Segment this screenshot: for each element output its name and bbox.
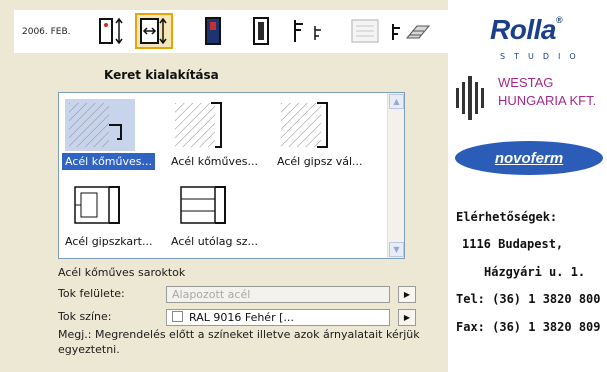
frame-width-icon xyxy=(139,16,169,46)
handle-button[interactable] xyxy=(290,13,328,49)
list-item-label: Acél kőműves... xyxy=(171,155,258,168)
list-item[interactable]: Acél kőműves... xyxy=(61,95,165,173)
date-label: 2006. FEB. xyxy=(22,27,71,37)
scroll-up-icon[interactable]: ▲ xyxy=(389,94,404,109)
surface-field[interactable]: Alapozott acél xyxy=(166,286,390,303)
contact-title: Elérhetőségek: xyxy=(456,210,558,224)
color-value: RAL 9016 Fehér [... xyxy=(189,311,294,324)
frame-profile-icon xyxy=(171,179,241,231)
list-icon xyxy=(350,18,380,44)
frame-width-button[interactable] xyxy=(135,13,173,49)
accessories-icon xyxy=(389,18,433,44)
list-item[interactable]: Acél utólag sz... xyxy=(167,175,271,253)
door-height-icon xyxy=(96,16,126,46)
frame-profile-icon xyxy=(171,99,241,151)
page-title: Keret kialakítása xyxy=(104,68,219,82)
list-item-label: Acél gipszkart... xyxy=(65,235,153,248)
phone-number: Tel: (36) 1 3820 800 xyxy=(456,292,601,306)
chevron-right-icon: ▶ xyxy=(403,313,411,322)
frame-type-list[interactable]: Acél kőműves... Acél kőműves... Acél gip… xyxy=(58,92,405,259)
handle-icon xyxy=(289,16,329,46)
door-leaf-button[interactable] xyxy=(194,13,232,49)
color-field[interactable]: RAL 9016 Fehér [... xyxy=(166,309,390,326)
list-item[interactable]: Acél gipsz vál... xyxy=(273,95,377,173)
rolla-logo: Rolla® xyxy=(490,14,563,45)
frame-profile-icon xyxy=(65,179,135,231)
door-leaf-icon xyxy=(201,16,225,46)
list-button[interactable] xyxy=(346,13,384,49)
surface-select-button[interactable]: ▶ xyxy=(398,286,416,303)
frame-profile-icon xyxy=(65,99,135,151)
fax-number: Fax: (36) 1 3820 809 xyxy=(456,320,601,334)
list-item-label: Acél gipsz vál... xyxy=(277,155,363,168)
list-scrollbar[interactable]: ▲ ▼ xyxy=(387,93,404,258)
westag-logo-icon xyxy=(456,76,484,120)
studio-label: STUDIO xyxy=(500,52,585,61)
westag-logo-text: WESTAG HUNGARIA KFT. xyxy=(498,75,597,108)
list-item-label: Acél utólag sz... xyxy=(171,235,258,248)
address-city: 1116 Budapest, xyxy=(462,237,564,251)
list-item-label: Acél kőműves... xyxy=(62,153,155,170)
door-panel-icon xyxy=(249,16,273,46)
brand-panel: Rolla® STUDIO WESTAG HUNGARIA KFT. novof… xyxy=(448,0,607,372)
selected-item-name: Acél kőműves saroktok xyxy=(58,266,186,279)
scroll-down-icon[interactable]: ▼ xyxy=(389,242,404,257)
color-select-button[interactable]: ▶ xyxy=(398,309,416,326)
address-street: Házgyári u. 1. xyxy=(484,265,586,279)
note-text: Megj.: Megrendelés előtt a színeket ille… xyxy=(58,328,420,356)
list-item[interactable]: Acél gipszkart... xyxy=(61,175,165,253)
door-height-button[interactable] xyxy=(92,13,130,49)
surface-label: Tok felülete: xyxy=(58,287,125,300)
accessories-button[interactable] xyxy=(389,13,433,49)
novoferm-logo-text: novoferm xyxy=(494,149,564,167)
chevron-right-icon: ▶ xyxy=(403,290,411,299)
frame-profile-icon xyxy=(277,99,347,151)
color-swatch xyxy=(172,311,183,322)
toolbar: 2006. FEB. xyxy=(14,10,462,53)
door-panel-button[interactable] xyxy=(242,13,280,49)
color-label: Tok színe: xyxy=(58,310,112,323)
list-item[interactable]: Acél kőműves... xyxy=(167,95,271,173)
